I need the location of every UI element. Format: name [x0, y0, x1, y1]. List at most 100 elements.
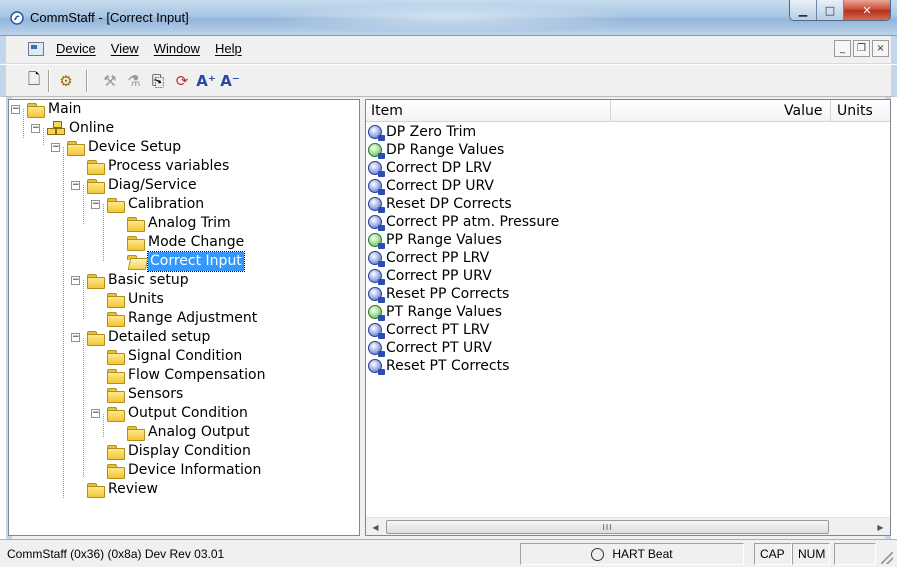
- list-item[interactable]: DP Range Values: [368, 141, 504, 159]
- new-document-icon[interactable]: 🗋: [24, 70, 44, 91]
- tree-node-analog-output[interactable]: Analog Output: [111, 423, 249, 442]
- collapse-icon[interactable]: −: [91, 409, 100, 418]
- tree-node-process-variables[interactable]: Process variables: [71, 157, 229, 176]
- mdi-minimize-button[interactable]: _: [834, 40, 851, 57]
- scrollbar-thumb[interactable]: III: [386, 520, 829, 534]
- collapse-icon[interactable]: −: [31, 124, 40, 133]
- tree-node-display-condition[interactable]: Display Condition: [91, 442, 251, 461]
- title-bar[interactable]: CommStaff - [Correct Input] ▁ □ ✕: [0, 0, 897, 36]
- folder-icon: [87, 331, 105, 346]
- toolbar: 🗋 ⚙ ⚒ ⚗ ⎘ ⟳ A⁺ A⁻: [0, 65, 897, 97]
- tree-node-analog-trim[interactable]: Analog Trim: [111, 214, 231, 233]
- column-header-value[interactable]: Value: [784, 103, 822, 119]
- tree-node-mode-change[interactable]: Mode Change: [111, 233, 244, 252]
- list-item[interactable]: PP Range Values: [368, 231, 502, 249]
- tree-node-diag-service[interactable]: − Diag/Service: [71, 176, 197, 195]
- horizontal-scrollbar[interactable]: ◀ III ▶: [366, 517, 890, 535]
- list-item[interactable]: Correct PT LRV: [368, 321, 489, 339]
- menu-items: Device View Window Help: [56, 41, 242, 56]
- list-item[interactable]: Reset PT Corrects: [368, 357, 509, 375]
- folder-icon: [87, 274, 105, 289]
- column-divider[interactable]: [830, 100, 831, 122]
- refresh-device-icon[interactable]: ⟳: [172, 71, 192, 91]
- collapse-icon[interactable]: −: [11, 105, 20, 114]
- tree-node-calibration[interactable]: − Calibration: [91, 195, 204, 214]
- list-item[interactable]: Correct PT URV: [368, 339, 492, 357]
- tree-node-flow-compensation[interactable]: Flow Compensation: [91, 366, 265, 385]
- status-bar: CommStaff (0x36) (0x8a) Dev Rev 03.01 HA…: [0, 539, 897, 567]
- folder-icon: [87, 160, 105, 175]
- font-decrease-icon[interactable]: A⁻: [220, 71, 240, 91]
- connect-icon[interactable]: ⚙: [56, 71, 76, 91]
- scroll-left-icon[interactable]: ◀: [367, 519, 384, 535]
- heartbeat-icon: [591, 547, 605, 561]
- list-header: Item Value Units: [366, 100, 890, 122]
- list-item[interactable]: DP Zero Trim: [368, 123, 476, 141]
- toolbar-separator: [86, 70, 88, 92]
- tree-node-main[interactable]: − Main: [11, 100, 81, 119]
- list-item[interactable]: Reset DP Corrects: [368, 195, 512, 213]
- font-increase-icon[interactable]: A⁺: [196, 71, 216, 91]
- menu-help[interactable]: Help: [215, 41, 242, 56]
- tree-node-detailed-setup[interactable]: − Detailed setup: [71, 328, 210, 347]
- column-header-item[interactable]: Item: [371, 103, 403, 119]
- list-item[interactable]: Correct DP LRV: [368, 159, 492, 177]
- collapse-icon[interactable]: −: [91, 200, 100, 209]
- list-item[interactable]: Correct DP URV: [368, 177, 494, 195]
- toolbar-separator: [48, 70, 50, 92]
- folder-icon: [107, 445, 125, 460]
- mdi-close-button[interactable]: ×: [872, 40, 889, 57]
- title-glow: [260, 4, 640, 32]
- collapse-icon[interactable]: −: [71, 333, 80, 342]
- status-device-info: CommStaff (0x36) (0x8a) Dev Rev 03.01: [7, 547, 225, 561]
- save-device-icon[interactable]: ⎘: [148, 71, 168, 91]
- column-header-units[interactable]: Units: [837, 103, 873, 119]
- list-item[interactable]: Correct PP URV: [368, 267, 492, 285]
- list-item[interactable]: PT Range Values: [368, 303, 502, 321]
- tree-node-units[interactable]: Units: [91, 290, 164, 309]
- device-tree[interactable]: − Main − Online − Device Setup Process v…: [8, 99, 360, 536]
- tree-node-range-adjustment[interactable]: Range Adjustment: [91, 309, 257, 328]
- resize-grip-icon[interactable]: [881, 552, 893, 564]
- maximize-button[interactable]: □: [817, 0, 844, 20]
- method-icon: [368, 197, 385, 213]
- collapse-icon[interactable]: −: [71, 181, 80, 190]
- close-button[interactable]: ✕: [844, 0, 890, 20]
- menu-window[interactable]: Window: [154, 41, 200, 56]
- tree-node-review[interactable]: Review: [71, 480, 158, 499]
- minimize-button[interactable]: ▁: [790, 0, 817, 20]
- method-icon: [368, 161, 385, 177]
- status-cap: CAP: [754, 543, 792, 565]
- method-icon: [368, 341, 385, 357]
- child-window-icon[interactable]: [28, 42, 44, 56]
- folder-icon: [87, 483, 105, 498]
- tree-node-device-setup[interactable]: − Device Setup: [51, 138, 181, 157]
- collapse-icon[interactable]: −: [51, 143, 60, 152]
- tree-node-online[interactable]: − Online: [31, 119, 114, 138]
- method-icon: [368, 251, 385, 267]
- menu-view[interactable]: View: [111, 41, 139, 56]
- device-settings-icon[interactable]: ⚒: [100, 71, 120, 91]
- item-list[interactable]: Item Value Units DP Zero Trim DP Range V…: [365, 99, 891, 536]
- tree-node-correct-input[interactable]: Correct Input: [111, 251, 245, 272]
- tree-node-device-information[interactable]: Device Information: [91, 461, 261, 480]
- folder-icon: [107, 388, 125, 403]
- heartbeat-label: HART Beat: [612, 547, 673, 561]
- device-compare-icon[interactable]: ⚗: [124, 71, 144, 91]
- tree-node-output-condition[interactable]: − Output Condition: [91, 404, 248, 423]
- collapse-icon[interactable]: −: [71, 276, 80, 285]
- scroll-right-icon[interactable]: ▶: [872, 519, 889, 535]
- edit-icon: [368, 143, 385, 159]
- list-item[interactable]: Correct PP LRV: [368, 249, 489, 267]
- mdi-restore-button[interactable]: ❐: [853, 40, 870, 57]
- list-item[interactable]: Correct PP atm. Pressure: [368, 213, 559, 231]
- window-title: CommStaff - [Correct Input]: [30, 10, 189, 25]
- tree-node-signal-condition[interactable]: Signal Condition: [91, 347, 242, 366]
- folder-icon: [127, 426, 145, 441]
- column-divider[interactable]: [610, 100, 611, 122]
- list-item[interactable]: Reset PP Corrects: [368, 285, 509, 303]
- menu-device[interactable]: Device: [56, 41, 96, 56]
- tree-node-basic-setup[interactable]: − Basic setup: [71, 271, 189, 290]
- tree-node-sensors[interactable]: Sensors: [91, 385, 183, 404]
- mdi-controls: _ ❐ ×: [834, 40, 889, 57]
